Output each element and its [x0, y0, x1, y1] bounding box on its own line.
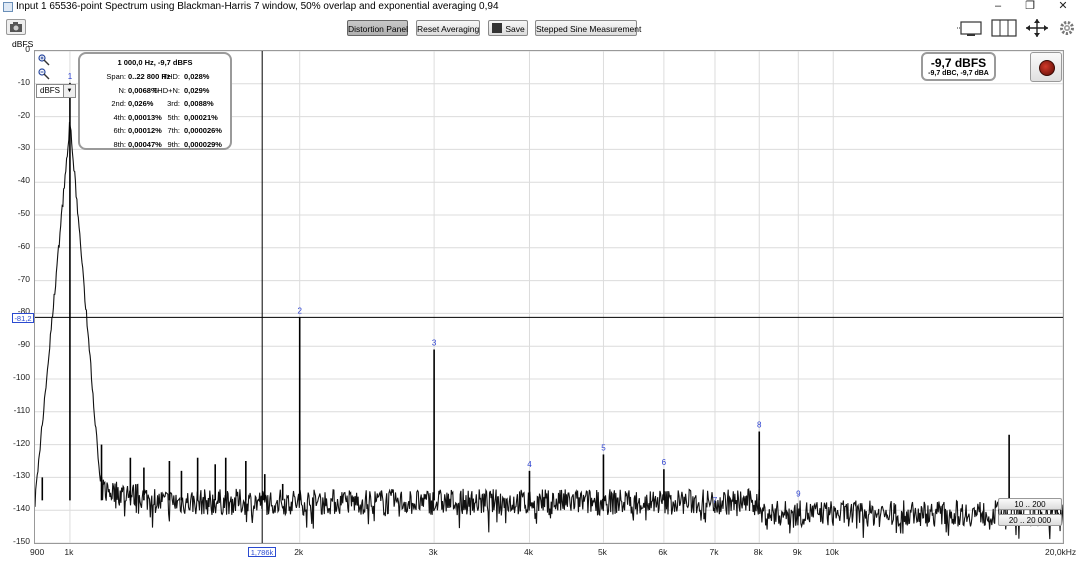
- level-sub: -9,7 dBC, -9,7 dBA: [928, 70, 989, 77]
- stepped-sine-button[interactable]: Stepped Sine Measurement: [535, 20, 641, 36]
- zoom-in-icon[interactable]: [38, 54, 50, 66]
- window-title: Input 1 65536-point Spectrum using Black…: [16, 1, 499, 12]
- y-tick-label: -30: [17, 142, 30, 153]
- level-meter: -9,7 dBFS -9,7 dBC, -9,7 dBA: [921, 52, 996, 81]
- x-tick-label: 10k: [825, 547, 839, 557]
- x-tick-label: 2k: [294, 547, 304, 557]
- info-label: N:: [118, 85, 127, 95]
- harmonic-label: 9: [796, 489, 801, 498]
- info-label: 2nd:: [111, 99, 126, 108]
- y-tick-label: -110: [13, 404, 30, 415]
- unit-select[interactable]: dBFS ▼: [36, 84, 76, 98]
- spectrum-trace: [34, 121, 1064, 540]
- minimize-button[interactable]: –: [983, 0, 1013, 14]
- title-bar: Input 1 65536-point Spectrum using Black…: [0, 0, 1080, 14]
- y-range-button[interactable]: 10 .. 200: [998, 498, 1062, 510]
- harmonic-label: 2: [297, 306, 302, 315]
- x-tick-label: 9k: [792, 547, 802, 557]
- harmonic-label: 4: [527, 460, 532, 469]
- distortion-panel-button[interactable]: Distortion Panel: [347, 20, 408, 36]
- y-tick-label: -100: [12, 372, 30, 382]
- camera-icon[interactable]: [6, 19, 26, 35]
- layout-columns-icon[interactable]: [991, 19, 1017, 37]
- reset-averaging-button[interactable]: Reset Averaging: [416, 20, 480, 36]
- info-label: 9th:: [167, 139, 180, 149]
- harmonic-label: 7: [713, 496, 718, 505]
- cursor-y-readout[interactable]: -81,2: [12, 313, 34, 323]
- app-icon: [3, 2, 13, 12]
- info-value: 0,028%: [184, 72, 210, 81]
- record-icon: [1039, 60, 1055, 76]
- y-tick-label: -10: [17, 76, 30, 87]
- x-tick-label: 3k: [428, 547, 438, 557]
- level-main: -9,7 dBFS: [930, 56, 987, 70]
- harmonic-label: 8: [757, 420, 762, 429]
- close-button[interactable]: ✕: [1048, 0, 1078, 14]
- zoom-out-icon[interactable]: [38, 68, 50, 80]
- info-value: 0,0088%: [184, 99, 214, 108]
- chevron-down-icon: ▼: [63, 85, 75, 97]
- y-tick-label: -90: [17, 339, 30, 350]
- info-value: 0,00021%: [184, 112, 218, 122]
- harmonic-label: 5: [601, 443, 606, 452]
- y-tick-label: -40: [17, 175, 30, 186]
- x-tick-label: 20,0kHz: [1045, 547, 1077, 557]
- info-label: Span:: [106, 72, 126, 81]
- info-header: 1 000,0 Hz, -9,7 dBFS: [117, 58, 193, 67]
- y-tick-label: -120: [12, 437, 30, 448]
- harmonic-label: 3: [432, 338, 437, 347]
- x-tick-label: 7k: [709, 547, 719, 557]
- info-label: 4th:: [113, 112, 126, 122]
- harmonic-label: 6: [662, 458, 667, 467]
- x-tick-label: 900: [30, 547, 45, 557]
- expand-arrows-icon[interactable]: [1024, 18, 1050, 38]
- save-icon: [492, 23, 502, 33]
- cursor-x-readout[interactable]: 1,786k: [248, 547, 276, 557]
- unit-select-value: dBFS: [40, 86, 61, 95]
- info-label: 7th:: [167, 126, 180, 135]
- y-tick-label: 0: [25, 44, 30, 54]
- info-label: THD:: [162, 72, 181, 81]
- info-label: 3rd:: [167, 99, 180, 108]
- x-tick-label: 6k: [658, 547, 668, 557]
- info-label: THD+N:: [152, 85, 180, 95]
- x-tick-label: 8k: [753, 547, 763, 557]
- info-value: 0,029%: [184, 85, 210, 95]
- restore-button[interactable]: ❐: [1015, 0, 1045, 14]
- info-value: 0,000026%: [184, 126, 222, 135]
- save-label: Save: [505, 24, 525, 34]
- y-tick-label: -20: [17, 109, 30, 120]
- record-button[interactable]: [1030, 52, 1062, 82]
- info-label: 5th:: [167, 112, 180, 122]
- x-range-button[interactable]: 20 .. 20 000: [998, 514, 1062, 526]
- x-tick-label: 5k: [597, 547, 607, 557]
- y-tick-label: -50: [17, 208, 30, 218]
- info-label: 6th:: [113, 126, 126, 135]
- y-tick-label: -130: [12, 470, 30, 481]
- y-tick-label: -140: [12, 503, 30, 514]
- harmonic-label: 1: [68, 72, 73, 81]
- x-tick-label: 4k: [523, 547, 533, 557]
- save-button[interactable]: Save: [488, 20, 528, 36]
- info-value: 0,000029%: [184, 139, 222, 149]
- y-tick-label: -70: [17, 273, 30, 284]
- gear-icon[interactable]: [1059, 20, 1075, 36]
- x-tick-label: 1k: [64, 547, 74, 557]
- y-tick-label: -150: [12, 536, 30, 546]
- y-tick-label: -60: [17, 240, 30, 251]
- distortion-info-panel: 1 000,0 Hz, -9,7 dBFS Span: 0..22 800 Hz T…: [78, 52, 232, 150]
- layout-single-icon[interactable]: [957, 19, 983, 37]
- info-label: 8th:: [113, 139, 126, 149]
